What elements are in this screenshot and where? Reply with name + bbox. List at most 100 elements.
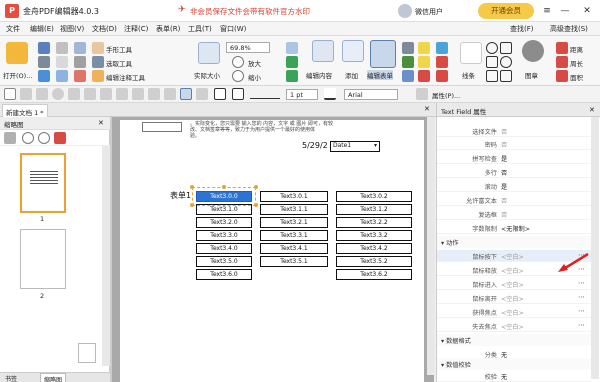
prop-row[interactable]: 失去焦点 <空白> ⋯ (437, 320, 591, 332)
prop-row[interactable]: 密码否 (437, 138, 591, 150)
tab-thumbnails[interactable]: 缩略图 (40, 373, 67, 382)
hand-icon[interactable] (92, 42, 104, 54)
annotation-edit-icon[interactable] (92, 70, 104, 82)
thumb-zoom-in-icon[interactable] (22, 132, 34, 144)
close-icon[interactable]: ✕ (580, 4, 594, 18)
resize-handle[interactable] (190, 203, 194, 207)
edit-form-icon[interactable] (370, 40, 396, 68)
hand-tool-button[interactable]: 手形工具 (106, 44, 132, 54)
note-icon[interactable] (418, 56, 430, 68)
polygon-shape-icon[interactable] (486, 56, 498, 68)
resize-handle[interactable] (254, 185, 258, 189)
menu-document[interactable]: 文档(D) (92, 24, 117, 34)
thumb-delete-icon[interactable] (54, 132, 66, 144)
prop-row[interactable]: 选择文件否 (437, 125, 591, 137)
close-panel-icon[interactable]: ✕ (98, 119, 104, 127)
mail-icon[interactable] (38, 70, 50, 82)
document-view[interactable]: 。实际变化，您只需要 输入您的 内容，文字 或 图片 即可，有较 改、文档签章等… (112, 117, 434, 382)
prop-row[interactable]: 多行否 (437, 166, 591, 178)
edit-annotation-button[interactable]: 编辑注释工具 (106, 72, 145, 82)
zoom-in-icon[interactable] (232, 56, 244, 68)
barcode-tool-icon[interactable] (132, 88, 144, 100)
center-tool-icon[interactable] (164, 88, 176, 100)
prop-row[interactable]: 获得焦点 <空白> ⋯ (437, 306, 591, 318)
user-name[interactable]: 微信用户 (415, 7, 443, 17)
list-tool-icon[interactable] (84, 88, 96, 100)
menu-icon[interactable]: ≡ (540, 4, 554, 18)
line-icon[interactable] (460, 42, 482, 64)
redo-icon[interactable] (74, 56, 86, 68)
size-tool-icon[interactable] (196, 88, 208, 100)
copy-icon[interactable] (56, 56, 68, 68)
prop-row[interactable]: 复选框否 (437, 208, 591, 220)
print-icon[interactable] (38, 56, 50, 68)
menu-form[interactable]: 表单(R) (156, 24, 180, 34)
line-button[interactable]: 线条 (462, 70, 475, 80)
pin-icon[interactable] (418, 70, 430, 82)
folder-icon[interactable] (6, 42, 28, 64)
perimeter-button[interactable]: 周长 (570, 58, 583, 68)
checkbox-icon[interactable] (402, 56, 414, 68)
text-field-3-2-1[interactable]: Text3.2.1 (260, 217, 328, 228)
vip-button[interactable]: 开通会员 (478, 3, 534, 19)
properties-icon[interactable] (416, 88, 428, 100)
text-field-3-4-2[interactable]: Text3.4.2 (336, 243, 412, 254)
combo-tool-icon[interactable] (68, 88, 80, 100)
text-field-3-1-2[interactable]: Text3.1.2 (336, 204, 412, 215)
thumbnail-options-icon[interactable] (4, 132, 16, 144)
text-field-3-4-0[interactable]: Text3.4.0 (196, 243, 252, 254)
pencil-shape-icon[interactable] (500, 70, 512, 82)
edit-content-button[interactable]: 编辑内容 (306, 70, 332, 80)
cloud-shape-icon[interactable] (500, 56, 512, 68)
rotate-icon[interactable] (286, 42, 298, 54)
resize-handle[interactable] (254, 203, 258, 207)
listbox-icon[interactable] (402, 70, 414, 82)
distribute-tool-icon[interactable] (180, 88, 192, 100)
text-field-3-0-1[interactable]: Text3.0.1 (260, 191, 328, 202)
rectangle-shape-icon[interactable] (500, 42, 512, 54)
text-field-3-0-2[interactable]: Text3.0.2 (336, 191, 412, 202)
fill-color-icon[interactable] (214, 88, 226, 100)
open-button[interactable]: 打开(O)... (3, 70, 32, 80)
close-tab-icon[interactable]: ✕ (424, 105, 430, 113)
perimeter-icon[interactable] (556, 56, 568, 68)
text-select-icon[interactable] (92, 56, 104, 68)
menu-tools[interactable]: 工具(T) (188, 24, 212, 34)
stamp-button[interactable]: 图章 (525, 70, 538, 80)
panel-splitter[interactable] (110, 117, 112, 382)
thumb-zoom-out-icon[interactable] (38, 132, 50, 144)
zoom-select[interactable]: 69.8% (226, 42, 270, 53)
distance-button[interactable]: 距离 (570, 44, 583, 54)
menu-file[interactable]: 文件 (6, 24, 20, 34)
font-select[interactable]: Arial (344, 89, 398, 100)
resize-handle[interactable] (190, 185, 194, 189)
menu-view[interactable]: 视图(V) (60, 24, 84, 34)
section-data-format[interactable]: ▾ 数据格式 (437, 334, 591, 346)
text-field-3-6-2[interactable]: Text3.6.2 (336, 269, 412, 280)
select-arrow-icon[interactable] (4, 88, 16, 100)
advanced-find-button[interactable]: 高级查找(S) (550, 24, 588, 34)
text-annotation-icon[interactable] (418, 42, 430, 54)
stroke-width-select[interactable]: 1 pt (286, 89, 318, 100)
area-button[interactable]: 面积 (570, 72, 583, 82)
thumbnail-scrollbar[interactable] (102, 146, 110, 366)
thumbnail-page-2[interactable] (20, 229, 66, 289)
prop-row[interactable]: 滚动是 (437, 180, 591, 192)
textfield-icon[interactable] (402, 42, 414, 54)
document-scrollbar[interactable] (427, 117, 435, 375)
font-color-icon[interactable] (324, 88, 336, 100)
text-field-3-3-0[interactable]: Text3.3.0 (196, 230, 252, 241)
line-style-select[interactable] (250, 89, 280, 99)
resize-handle[interactable] (222, 185, 226, 189)
actual-size-icon[interactable] (198, 42, 220, 64)
menu-window[interactable]: 窗口(W) (220, 24, 246, 34)
text-field-3-5-0[interactable]: Text3.5.0 (196, 256, 252, 267)
minimize-icon[interactable]: — (558, 4, 572, 18)
thumbnail-page-1[interactable] (20, 153, 66, 213)
avatar[interactable] (398, 4, 412, 18)
check-tool-icon[interactable] (36, 88, 48, 100)
stamp-icon[interactable] (522, 40, 544, 62)
prop-row[interactable]: 鼠标进入 <空白> ⋯ (437, 278, 591, 290)
text-field-3-3-2[interactable]: Text3.3.2 (336, 230, 412, 241)
text-field-3-6-0[interactable]: Text3.6.0 (196, 269, 252, 280)
